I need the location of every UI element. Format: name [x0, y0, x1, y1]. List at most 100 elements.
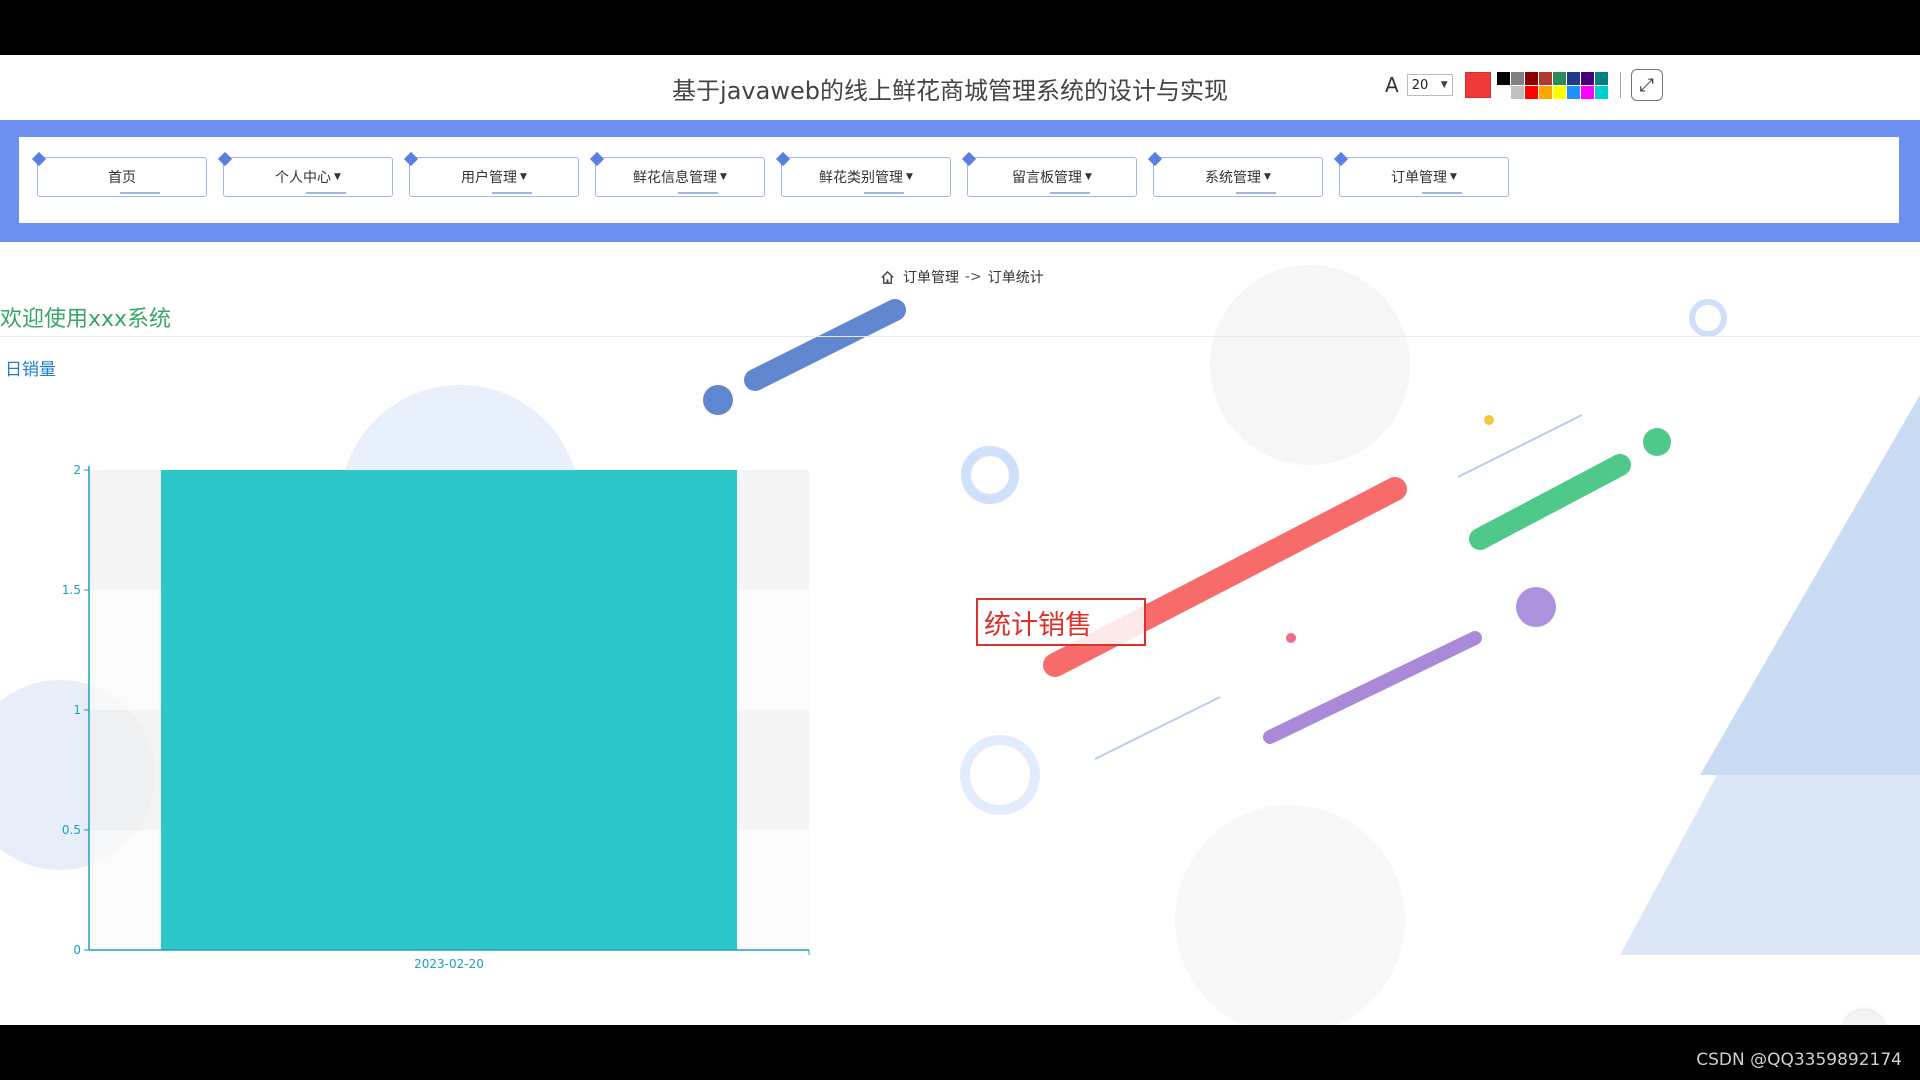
palette-swatch[interactable] [1580, 71, 1594, 85]
arrow-up-icon: ⌃ [1857, 1022, 1870, 1026]
current-color-swatch[interactable] [1464, 72, 1491, 98]
nav-item-label: 系统管理 [1205, 170, 1262, 186]
nav-item-label: 鲜花类别管理 [819, 170, 904, 186]
nav-item-underline [1422, 192, 1462, 194]
deco-triangle-stripes-2 [1700, 395, 1920, 775]
expand-button[interactable]: ⤢ [1630, 69, 1663, 101]
nav-bar: 首页 个人中心 ▼ 用户管理 ▼ 鲜花信息管理 ▼ 鲜花类别管理 ▼ 留言板管理 ▼ 系统管理 ▼ 订单管… [19, 137, 1899, 223]
font-icon[interactable]: A [1385, 73, 1399, 97]
deco-ring-small [1689, 299, 1727, 337]
palette-swatch[interactable] [1524, 71, 1538, 85]
nav-item[interactable]: 用户管理 ▼ [403, 151, 579, 197]
nav-item-underline [1236, 192, 1276, 194]
deco-line-thin [1457, 414, 1583, 478]
palette-swatch[interactable] [1496, 85, 1510, 99]
deco-triangle-stripes [1620, 395, 1920, 955]
nav-band: 首页 个人中心 ▼ 用户管理 ▼ 鲜花信息管理 ▼ 鲜花类别管理 ▼ 留言板管理 ▼ 系统管理 ▼ 订单管… [0, 120, 1920, 242]
deco-bar-green [1469, 454, 1631, 550]
diamond-icon [31, 151, 47, 167]
deco-circle-grey-bottom [1175, 805, 1405, 1025]
palette-swatch[interactable] [1524, 85, 1538, 99]
font-size-value: 20 [1411, 77, 1429, 93]
watermark: CSDN @QQ3359892174 [1696, 1050, 1902, 1070]
home-icon[interactable] [880, 270, 895, 285]
palette-swatch[interactable] [1566, 71, 1580, 85]
daily-sales-chart: 0 0.5 1 1.5 2 2023-02-20 [62, 463, 810, 971]
palette-swatch[interactable] [1538, 85, 1552, 99]
diamond-icon [775, 151, 791, 167]
nav-item-underline [120, 192, 160, 194]
breadcrumb-separator: -> [965, 269, 982, 285]
palette-swatch[interactable] [1594, 71, 1608, 85]
color-palette [1496, 71, 1608, 99]
nav-item[interactable]: 鲜花类别管理 ▼ [775, 151, 951, 197]
nav-item-label: 个人中心 [275, 170, 332, 186]
nav-item-label: 鲜花信息管理 [633, 170, 718, 186]
chevron-down-icon: ▼ [1085, 172, 1092, 182]
nav-item-underline [492, 192, 532, 194]
nav-item[interactable]: 订单管理 ▼ [1333, 151, 1509, 197]
deco-line-thin-2 [1094, 696, 1221, 760]
annotation-toolbar: A 20 ▼ ⤢ [1385, 67, 1663, 103]
deco-ring-blue [961, 446, 1019, 504]
chart-bar [161, 470, 737, 950]
nav-item-label: 订单管理 [1391, 170, 1448, 186]
nav-item[interactable]: 个人中心 ▼ [217, 151, 393, 197]
nav-item-underline [864, 192, 904, 194]
deco-dot-green [1643, 428, 1671, 456]
font-size-select[interactable]: 20 ▼ [1406, 74, 1453, 96]
palette-swatch[interactable] [1496, 71, 1510, 85]
x-tick-label: 2023-02-20 [414, 957, 484, 971]
nav-item-label: 首页 [108, 170, 136, 186]
deco-dot-pink [1286, 633, 1296, 643]
nav-item[interactable]: 鲜花信息管理 ▼ [589, 151, 765, 197]
chevron-down-icon: ▼ [906, 172, 913, 182]
breadcrumb-parent[interactable]: 订单管理 [903, 267, 959, 287]
browser-viewport: 基于javaweb的线上鲜花商城管理系统的设计与实现 A 20 ▼ ⤢ 首页 个人… [0, 55, 1920, 1025]
palette-swatch[interactable] [1510, 85, 1524, 99]
scroll-top-button[interactable]: ⌃ [1843, 1010, 1885, 1025]
diamond-icon [961, 151, 977, 167]
title-bar: 基于javaweb的线上鲜花商城管理系统的设计与实现 A 20 ▼ ⤢ [0, 55, 1920, 120]
palette-swatch[interactable] [1594, 85, 1608, 99]
divider [0, 336, 1920, 337]
nav-item-underline [1050, 192, 1090, 194]
diamond-icon [1333, 151, 1349, 167]
annotation-text: 统计销售 [984, 609, 1092, 641]
nav-item-label: 用户管理 [461, 170, 518, 186]
screen: 基于javaweb的线上鲜花商城管理系统的设计与实现 A 20 ▼ ⤢ 首页 个人… [0, 0, 1920, 1080]
palette-swatch[interactable] [1552, 71, 1566, 85]
y-tick-label: 2 [73, 463, 81, 477]
chevron-down-icon: ▼ [520, 172, 527, 182]
breadcrumb-current: 订单统计 [987, 270, 1044, 286]
palette-swatch[interactable] [1580, 85, 1594, 99]
palette-swatch[interactable] [1510, 71, 1524, 85]
palette-swatch[interactable] [1538, 71, 1552, 85]
deco-circle-grey [1210, 265, 1410, 465]
chevron-down-icon: ▼ [334, 172, 341, 182]
expand-icon: ⤢ [1639, 74, 1654, 96]
deco-ring-blue-2 [960, 735, 1040, 815]
y-tick-label: 0 [73, 943, 81, 957]
palette-swatch[interactable] [1552, 85, 1566, 99]
annotation-text-box[interactable]: 统计销售 [976, 598, 1146, 646]
nav-item-label: 留言板管理 [1012, 170, 1083, 186]
y-tick-label: 0.5 [62, 823, 81, 837]
nav-item[interactable]: 留言板管理 ▼ [961, 151, 1137, 197]
nav-item-underline [306, 192, 346, 194]
chevron-down-icon: ▼ [720, 172, 727, 182]
deco-bar-blue [744, 299, 906, 391]
chevron-down-icon: ▼ [1264, 172, 1271, 182]
y-tick-label: 1.5 [62, 583, 81, 597]
chart-title: 日销量 [5, 360, 56, 380]
nav-item[interactable]: 首页 [31, 151, 207, 197]
palette-swatch[interactable] [1566, 85, 1580, 99]
chevron-down-icon: ▼ [1440, 80, 1448, 90]
toolbar-divider [1619, 72, 1621, 98]
deco-dot-purple [1516, 587, 1556, 627]
diamond-icon [217, 151, 233, 167]
deco-dot-yellow [1484, 415, 1494, 425]
nav-item[interactable]: 系统管理 ▼ [1147, 151, 1323, 197]
welcome-text: 欢迎使用xxx系统 [0, 307, 172, 332]
diamond-icon [589, 151, 605, 167]
